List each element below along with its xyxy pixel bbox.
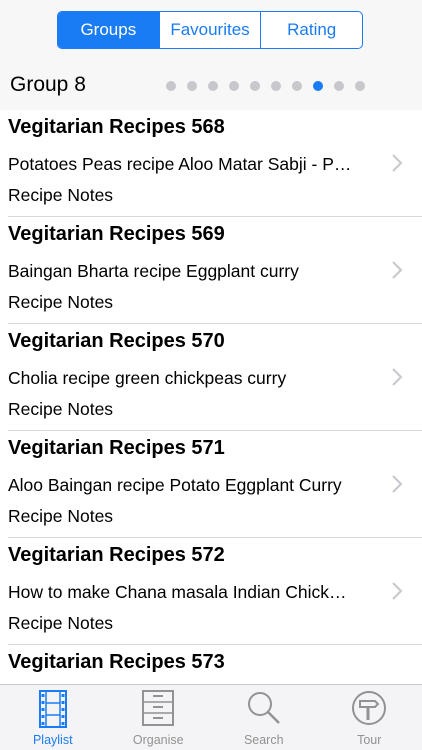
tab-bar: Playlist Organise Search Tour — [0, 684, 422, 750]
recipe-notes-label: Recipe Notes — [8, 613, 114, 633]
tab-search[interactable]: Search — [211, 685, 317, 750]
tab-label: Tour — [357, 733, 382, 747]
tab-playlist[interactable]: Playlist — [0, 685, 106, 750]
film-strip-icon — [38, 690, 67, 728]
recipe-title: Vegitarian Recipes 570 — [8, 330, 225, 352]
page-dot-current — [313, 81, 323, 91]
page-dot — [334, 81, 344, 91]
page-dot — [229, 81, 239, 91]
list-item[interactable]: Vegitarian Recipes 571 Aloo Baingan reci… — [0, 431, 422, 538]
list-item[interactable]: Vegitarian Recipes 569 Baingan Bharta re… — [0, 217, 422, 324]
chevron-right-icon — [392, 475, 403, 493]
chevron-right-icon — [392, 261, 403, 279]
recipe-subtitle: How to make Chana masala Indian Chickpea… — [8, 582, 353, 602]
page-dot — [166, 81, 176, 91]
top-bar: Groups Favourites Rating — [0, 0, 422, 60]
chevron-right-icon — [392, 582, 403, 600]
cabinet-icon — [142, 690, 175, 726]
tab-label: Search — [243, 733, 284, 747]
recipe-subtitle: Baingan Bharta recipe Eggplant curry — [8, 261, 299, 281]
recipe-notes-label: Recipe Notes — [8, 185, 114, 205]
page-dot — [292, 81, 302, 91]
page-indicator[interactable] — [166, 81, 365, 91]
list-item[interactable]: Vegitarian Recipes 573 — [0, 645, 422, 684]
recipe-subtitle: Aloo Baingan recipe Potato Eggplant Curr… — [8, 475, 342, 495]
tab-organise[interactable]: Organise — [106, 685, 212, 750]
recipe-notes-label: Recipe Notes — [8, 399, 114, 419]
page-dot — [271, 81, 281, 91]
recipe-notes-label: Recipe Notes — [8, 292, 114, 312]
recipe-notes-label: Recipe Notes — [8, 506, 114, 526]
chevron-right-icon — [392, 368, 403, 386]
signpost-icon — [352, 691, 387, 725]
tab-tour[interactable]: Tour — [317, 685, 422, 750]
recipe-title: Vegitarian Recipes 568 — [8, 116, 225, 138]
group-title: Group 8 — [10, 73, 86, 96]
recipe-title: Vegitarian Recipes 572 — [8, 544, 225, 566]
page-dot — [208, 81, 218, 91]
segment-groups[interactable]: Groups — [58, 12, 159, 48]
recipe-title: Vegitarian Recipes 569 — [8, 223, 225, 245]
chevron-right-icon — [392, 154, 403, 172]
list-item[interactable]: Vegitarian Recipes 570 Cholia recipe gre… — [0, 324, 422, 431]
list-item[interactable]: Vegitarian Recipes 572 How to make Chana… — [0, 538, 422, 645]
page-dot — [355, 81, 365, 91]
recipe-title: Vegitarian Recipes 573 — [8, 651, 225, 673]
segmented-control: Groups Favourites Rating — [57, 11, 363, 49]
list-item[interactable]: Vegitarian Recipes 568 Potatoes Peas rec… — [0, 110, 422, 217]
recipe-subtitle: Potatoes Peas recipe Aloo Matar Sabji - … — [8, 154, 353, 174]
page-dot — [250, 81, 260, 91]
tab-label: Playlist — [32, 733, 73, 747]
segment-rating[interactable]: Rating — [260, 12, 362, 48]
tab-label: Organise — [132, 733, 184, 747]
recipe-list[interactable]: Vegitarian Recipes 568 Potatoes Peas rec… — [0, 110, 422, 684]
magnifier-icon — [247, 692, 280, 724]
recipe-subtitle: Cholia recipe green chickpeas curry — [8, 368, 287, 388]
page-dot — [187, 81, 197, 91]
segment-favourites[interactable]: Favourites — [158, 12, 261, 48]
recipe-title: Vegitarian Recipes 571 — [8, 437, 225, 459]
